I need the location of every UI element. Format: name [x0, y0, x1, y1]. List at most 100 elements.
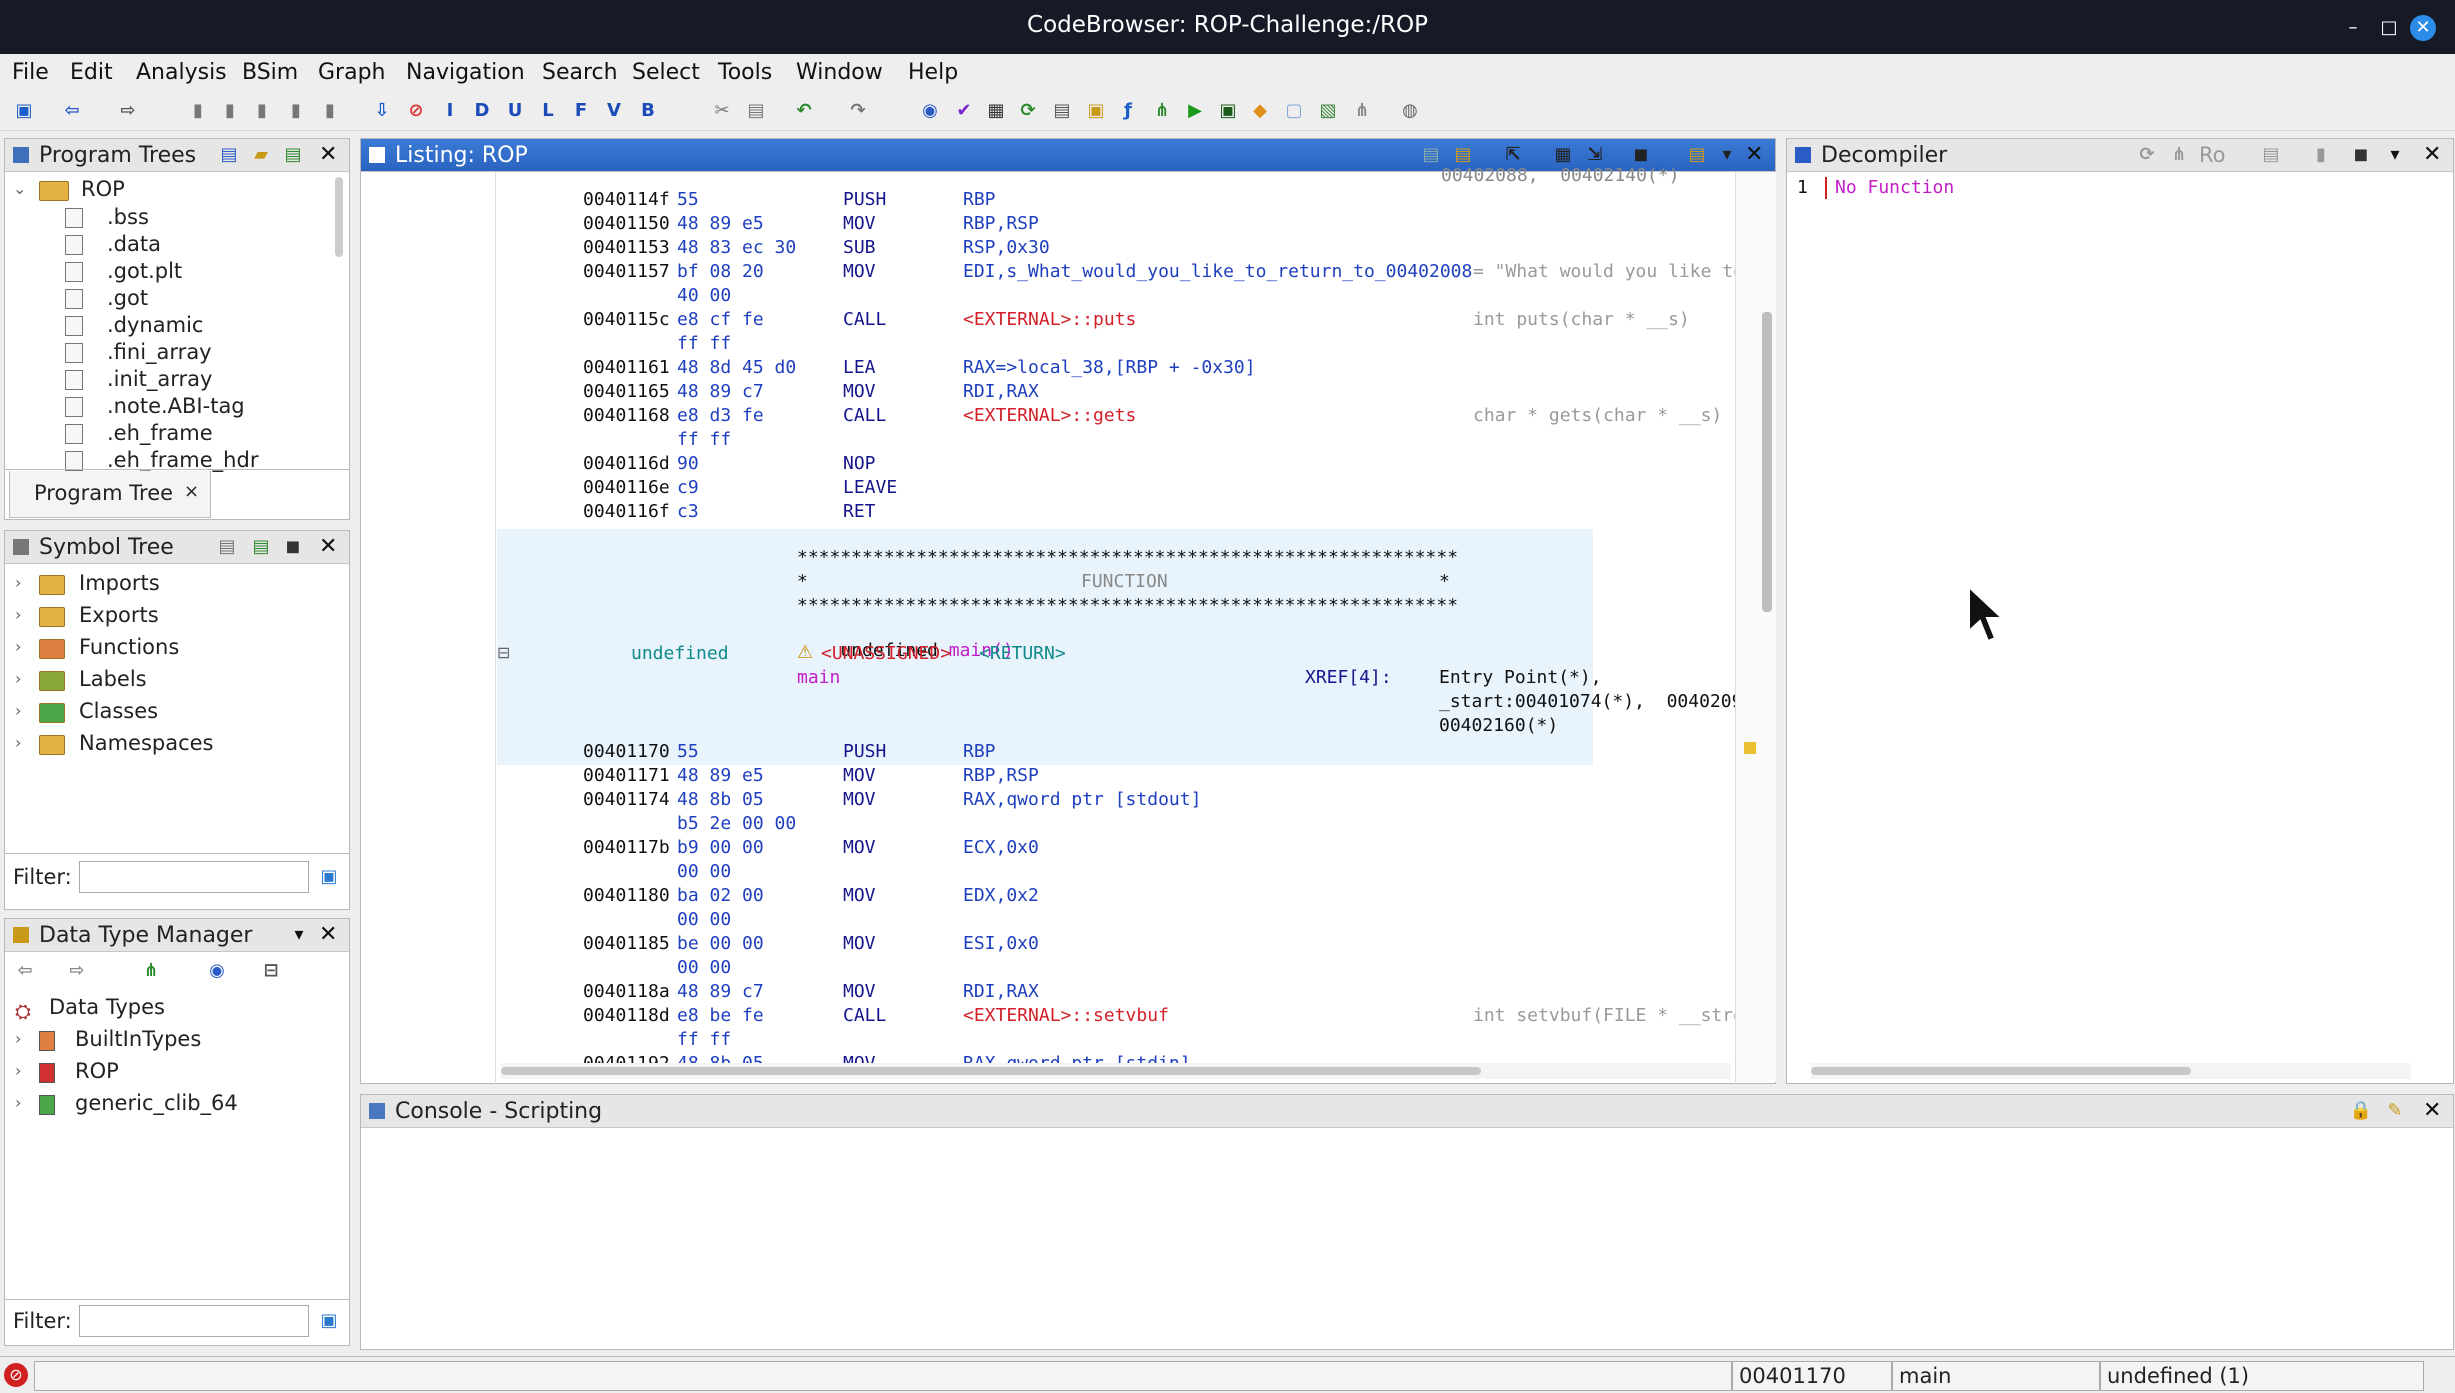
function-label-main[interactable]: main [797, 667, 840, 688]
menu-file[interactable]: File [12, 60, 49, 85]
decompiler-refresh-icon[interactable]: ⟳ [2135, 143, 2159, 167]
xref-entry-1[interactable]: Entry Point(*), [1439, 667, 1602, 688]
nav-doc-icon-2[interactable]: ▮ [218, 99, 242, 123]
tab-program-tree[interactable]: Program Tree × [9, 471, 211, 518]
menu-graph[interactable]: Graph [318, 60, 385, 85]
instruction-address[interactable]: 0040118d [583, 1005, 670, 1026]
symbol-tree-item-classes[interactable]: Classes [79, 699, 158, 723]
instruction-address[interactable]: 00401180 [583, 885, 670, 906]
filter-options-icon[interactable]: ▣ [317, 865, 341, 889]
instruction-address[interactable]: 00401165 [583, 381, 670, 402]
dtm-forward-icon[interactable]: ⇨ [65, 959, 89, 983]
instruction-operands[interactable]: RBP [963, 741, 996, 762]
instruction-operands[interactable]: RBP [963, 189, 996, 210]
instruction-mnemonic[interactable]: CALL [843, 309, 886, 330]
instruction-mnemonic[interactable]: NOP [843, 453, 876, 474]
instruction-address[interactable]: 0040116e [583, 477, 670, 498]
chevron-right-icon[interactable]: › [15, 701, 21, 720]
instruction-address[interactable]: 00401174 [583, 789, 670, 810]
chevron-right-icon[interactable]: › [15, 637, 21, 656]
decompiler-ro-label[interactable]: Ro [2199, 143, 2226, 167]
instruction-mnemonic[interactable]: MOV [843, 261, 876, 282]
new-tree-icon[interactable]: ▤ [217, 143, 241, 167]
dtm-tree-icon[interactable]: ⋔ [139, 959, 163, 983]
instruction-address[interactable]: 0040117b [583, 837, 670, 858]
tree-section-item[interactable]: .note.ABI-tag [107, 394, 245, 418]
instruction-mnemonic[interactable]: MOV [843, 933, 876, 954]
data-types-root[interactable]: Data Types [49, 995, 165, 1019]
chevron-right-icon[interactable]: › [15, 1029, 21, 1048]
close-listing-icon[interactable]: ✕ [1745, 142, 1763, 167]
refresh-icon[interactable]: ⟳ [1016, 99, 1040, 123]
tree-section-item[interactable]: .fini_array [107, 340, 212, 364]
stop-icon[interactable]: ⊘ [404, 99, 428, 123]
instruction-operands[interactable]: RBP,RSP [963, 765, 1039, 786]
instruction-address[interactable]: 00401171 [583, 765, 670, 786]
symbol-tree-item-imports[interactable]: Imports [79, 571, 160, 595]
decompiler-graph-icon[interactable]: ⋔ [2167, 143, 2191, 167]
instruction-operands[interactable]: ECX,0x0 [963, 837, 1039, 858]
tree-section-item[interactable]: .bss [107, 205, 149, 229]
listing-snapshot-icon[interactable]: ◼ [1629, 143, 1653, 167]
table-icon[interactable]: ▤ [1050, 99, 1074, 123]
close-console-icon[interactable]: ✕ [2423, 1098, 2441, 1123]
globe-icon[interactable]: ◉ [918, 99, 942, 123]
window-icon[interactable]: ▢ [1282, 99, 1306, 123]
instruction-address[interactable]: 00401168 [583, 405, 670, 426]
menu-tools[interactable]: Tools [718, 60, 772, 85]
tree-section-item[interactable]: .dynamic [107, 313, 203, 337]
menu-edit[interactable]: Edit [70, 60, 113, 85]
graph-icon[interactable]: ⋔ [1150, 99, 1174, 123]
instruction-operands[interactable]: RBP,RSP [963, 213, 1039, 234]
redo-icon[interactable]: ↷ [846, 99, 870, 123]
decompiler-export-icon[interactable]: ▮ [2309, 143, 2333, 167]
close-symbol-tree-icon[interactable]: ✕ [319, 534, 337, 559]
decompiler-horizontal-scrollbar[interactable] [1811, 1063, 2411, 1079]
xref-entry-2[interactable]: _start:00401074(*), 00402090 [1439, 691, 1753, 712]
menu-select[interactable]: Select [632, 60, 700, 85]
collapse-function-icon[interactable]: ⊟ [497, 643, 510, 662]
dtm-item[interactable]: generic_clib_64 [75, 1091, 238, 1115]
tb-letter-b[interactable]: B [636, 99, 660, 123]
tree-section-item[interactable]: .got [107, 286, 148, 310]
menu-navigation[interactable]: Navigation [406, 60, 525, 85]
symbol-filter-input[interactable] [79, 861, 309, 893]
instruction-operands[interactable]: RDI,RAX [963, 381, 1039, 402]
instruction-mnemonic[interactable]: MOV [843, 837, 876, 858]
listing-fields-icon[interactable]: ▦ [1551, 143, 1575, 167]
listing-dropdown-icon[interactable]: ▾ [1715, 143, 1739, 167]
nav-doc-icon-4[interactable]: ▮ [284, 99, 308, 123]
open-tree-icon[interactable]: ▰ [249, 143, 273, 167]
cut-icon[interactable]: ✂ [710, 99, 734, 123]
menu-search[interactable]: Search [542, 60, 618, 85]
xref-entry-3[interactable]: 00402160(*) [1439, 715, 1558, 736]
decompiler-snapshot-icon[interactable]: ◼ [2349, 143, 2373, 167]
close-program-trees-icon[interactable]: ✕ [319, 142, 337, 167]
chevron-right-icon[interactable]: › [15, 1093, 21, 1112]
diamond-icon[interactable]: ◆ [1248, 99, 1272, 123]
instruction-mnemonic[interactable]: LEAVE [843, 477, 897, 498]
instruction-mnemonic[interactable]: MOV [843, 381, 876, 402]
minimize-button[interactable]: – [2340, 15, 2366, 41]
cf-icon[interactable]: ƒ [1116, 99, 1140, 123]
menu-window[interactable]: Window [796, 60, 883, 85]
chevron-right-icon[interactable]: › [15, 733, 21, 752]
cursor-icon[interactable]: ⇱ [1501, 143, 1525, 167]
chevron-right-icon[interactable]: › [15, 605, 21, 624]
dropdown-icon[interactable]: ▾ [287, 923, 311, 947]
instruction-mnemonic[interactable]: SUB [843, 237, 876, 258]
listing-options-icon[interactable]: ▤ [1685, 143, 1709, 167]
chevron-right-icon[interactable]: › [15, 573, 21, 592]
chevron-down-icon[interactable]: ⌄ [13, 179, 26, 198]
instruction-address[interactable]: 0040115c [583, 309, 670, 330]
instruction-mnemonic[interactable]: MOV [843, 885, 876, 906]
instruction-mnemonic[interactable]: PUSH [843, 189, 886, 210]
tree-section-item[interactable]: .eh_frame [107, 421, 213, 445]
instruction-mnemonic[interactable]: MOV [843, 213, 876, 234]
instruction-address[interactable]: 0040116f [583, 501, 670, 522]
dtm-filter-input[interactable] [79, 1305, 309, 1337]
instruction-mnemonic[interactable]: CALL [843, 405, 886, 426]
paste-special-icon[interactable]: ▤ [1451, 143, 1475, 167]
dtm-back-icon[interactable]: ⇦ [13, 959, 37, 983]
tb-letter-u[interactable]: U [503, 99, 527, 123]
